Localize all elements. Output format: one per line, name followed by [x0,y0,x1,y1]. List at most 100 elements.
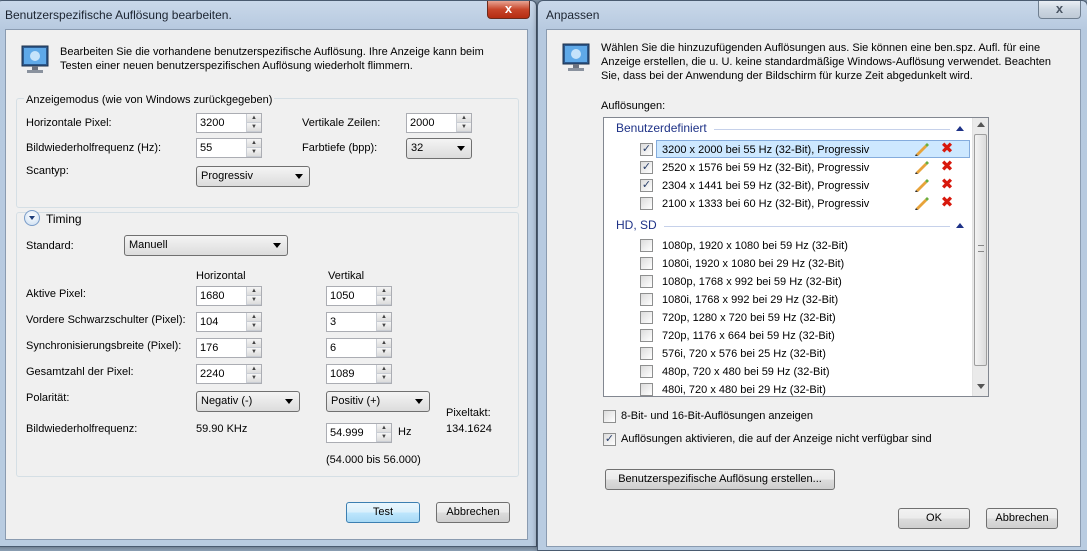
enable-unavailable-checkbox[interactable]: ✓ [603,433,616,446]
list-scrollbar[interactable] [972,118,988,396]
spin-up-icon[interactable]: ▲ [247,313,261,322]
stepper-value: 2240 [200,368,225,380]
hd-item-checkbox[interactable] [640,311,653,324]
custom-item-label[interactable]: 2100 x 1333 bei 60 Hz (32-Bit), Progress… [662,198,869,210]
edit-pencil-icon[interactable] [914,196,930,210]
active-pixels-h-stepper[interactable]: 1680 ▲ ▼ [196,286,262,306]
hd-item-label[interactable]: 480p, 720 x 480 bei 59 Hz (32-Bit) [662,366,830,378]
hd-item-checkbox[interactable] [640,365,653,378]
standard-select[interactable]: Manuell [124,235,288,256]
resolutions-list[interactable]: Benutzerdefiniert ✓ 3200 x 2000 bei 55 H… [603,117,989,397]
show-8-16-bit-label[interactable]: 8-Bit- und 16-Bit-Auflösungen anzeigen [621,410,813,422]
delete-icon[interactable]: ✖ [940,159,954,174]
front-porch-h-stepper[interactable]: 104 ▲ ▼ [196,312,262,332]
spin-up-icon[interactable]: ▲ [247,287,261,296]
hd-item-checkbox[interactable] [640,383,653,396]
hd-item-label[interactable]: 1080i, 1920 x 1080 bei 29 Hz (32-Bit) [662,258,844,270]
horizontal-pixels-stepper[interactable]: 3200 ▲ ▼ [196,113,262,133]
spin-down-icon[interactable]: ▼ [247,148,261,157]
scroll-down-icon[interactable] [977,384,985,389]
scan-type-select[interactable]: Progressiv [196,166,310,187]
spin-down-icon[interactable]: ▼ [377,322,391,331]
spin-down-icon[interactable]: ▼ [247,322,261,331]
spin-up-icon[interactable]: ▲ [247,365,261,374]
stepper-value: 1089 [330,368,355,380]
color-depth-select[interactable]: 32 [406,138,472,159]
group-header-hd-sd[interactable]: HD, SD [616,218,657,232]
hd-item-label[interactable]: 1080p, 1920 x 1080 bei 59 Hz (32-Bit) [662,240,848,252]
custom-item-checkbox[interactable]: ✓ [640,161,653,174]
group-header-custom[interactable]: Benutzerdefiniert [616,121,707,135]
refresh-rate-stepper[interactable]: 55 ▲ ▼ [196,138,262,158]
hd-item-label[interactable]: 576i, 720 x 576 bei 25 Hz (32-Bit) [662,348,826,360]
collapse-icon[interactable] [956,223,964,228]
custom-item-checkbox[interactable]: ✓ [640,179,653,192]
delete-icon[interactable]: ✖ [940,177,954,192]
hd-item-label[interactable]: 480i, 720 x 480 bei 29 Hz (32-Bit) [662,384,826,396]
spin-up-icon[interactable]: ▲ [377,287,391,296]
sync-width-v-stepper[interactable]: 6 ▲ ▼ [326,338,392,358]
delete-icon[interactable]: ✖ [940,195,954,210]
hd-item-label[interactable]: 1080p, 1768 x 992 bei 59 Hz (32-Bit) [662,276,842,288]
show-8-16-bit-checkbox[interactable] [603,410,616,423]
close-button[interactable]: x [487,1,530,19]
sync-width-h-stepper[interactable]: 176 ▲ ▼ [196,338,262,358]
edit-pencil-icon[interactable] [914,178,930,192]
collapse-icon[interactable] [956,126,964,131]
custom-item-checkbox[interactable]: ✓ [640,143,653,156]
spin-down-icon[interactable]: ▼ [377,296,391,305]
spin-up-icon[interactable]: ▲ [377,365,391,374]
hd-item-checkbox[interactable] [640,347,653,360]
cancel-button[interactable]: Abbrechen [986,508,1058,529]
custom-item-label[interactable]: 2520 x 1576 bei 59 Hz (32-Bit), Progress… [662,162,869,174]
edit-pencil-icon[interactable] [914,142,930,156]
hd-item-checkbox[interactable] [640,293,653,306]
expand-timing-icon[interactable] [24,210,40,226]
polarity-v-select[interactable]: Positiv (+) [326,391,430,412]
front-porch-v-stepper[interactable]: 3 ▲ ▼ [326,312,392,332]
spin-down-icon[interactable]: ▼ [377,433,391,442]
edit-pencil-icon[interactable] [914,160,930,174]
vertical-lines-stepper[interactable]: 2000 ▲ ▼ [406,113,472,133]
hd-item-checkbox[interactable] [640,257,653,270]
total-pixels-v-stepper[interactable]: 1089 ▲ ▼ [326,364,392,384]
test-button[interactable]: Test [346,502,420,523]
spin-up-icon[interactable]: ▲ [377,424,391,433]
create-custom-resolution-button[interactable]: Benutzerspezifische Auflösung erstellen.… [605,469,835,490]
spin-up-icon[interactable]: ▲ [377,339,391,348]
delete-icon[interactable]: ✖ [940,141,954,156]
spin-up-icon[interactable]: ▲ [247,139,261,148]
custom-item-label[interactable]: 3200 x 2000 bei 55 Hz (32-Bit), Progress… [662,144,869,156]
vertical-lines-value: 2000 [410,117,435,129]
hd-item-checkbox[interactable] [640,239,653,252]
scroll-thumb[interactable] [974,134,987,366]
spin-down-icon[interactable]: ▼ [247,123,261,132]
cancel-button[interactable]: Abbrechen [436,502,510,523]
refresh-v-stepper[interactable]: 54.999 ▲ ▼ [326,423,392,443]
spin-up-icon[interactable]: ▲ [247,339,261,348]
ok-button[interactable]: OK [898,508,970,529]
hd-item-label[interactable]: 1080i, 1768 x 992 bei 29 Hz (32-Bit) [662,294,838,306]
spin-up-icon[interactable]: ▲ [457,114,471,123]
enable-unavailable-label[interactable]: Auflösungen aktivieren, die auf der Anze… [621,433,932,445]
total-pixels-h-stepper[interactable]: 2240 ▲ ▼ [196,364,262,384]
hd-item-label[interactable]: 720p, 1280 x 720 bei 59 Hz (32-Bit) [662,312,836,324]
polarity-h-select[interactable]: Negativ (-) [196,391,300,412]
spin-down-icon[interactable]: ▼ [377,348,391,357]
scroll-up-icon[interactable] [977,122,985,127]
spin-down-icon[interactable]: ▼ [457,123,471,132]
close-button[interactable]: x [1038,1,1081,19]
custom-item-label[interactable]: 2304 x 1441 bei 59 Hz (32-Bit), Progress… [662,180,869,192]
hd-item-label[interactable]: 720p, 1176 x 664 bei 59 Hz (32-Bit) [662,330,835,342]
spin-up-icon[interactable]: ▲ [247,114,261,123]
spin-up-icon[interactable]: ▲ [377,313,391,322]
hd-item-checkbox[interactable] [640,329,653,342]
spin-down-icon[interactable]: ▼ [377,374,391,383]
spin-down-icon[interactable]: ▼ [247,296,261,305]
custom-item-checkbox[interactable] [640,197,653,210]
hd-item-checkbox[interactable] [640,275,653,288]
spin-down-icon[interactable]: ▼ [247,348,261,357]
spin-down-icon[interactable]: ▼ [247,374,261,383]
refresh-rate-label: Bildwiederholfrequenz (Hz): [26,142,162,154]
active-pixels-v-stepper[interactable]: 1050 ▲ ▼ [326,286,392,306]
